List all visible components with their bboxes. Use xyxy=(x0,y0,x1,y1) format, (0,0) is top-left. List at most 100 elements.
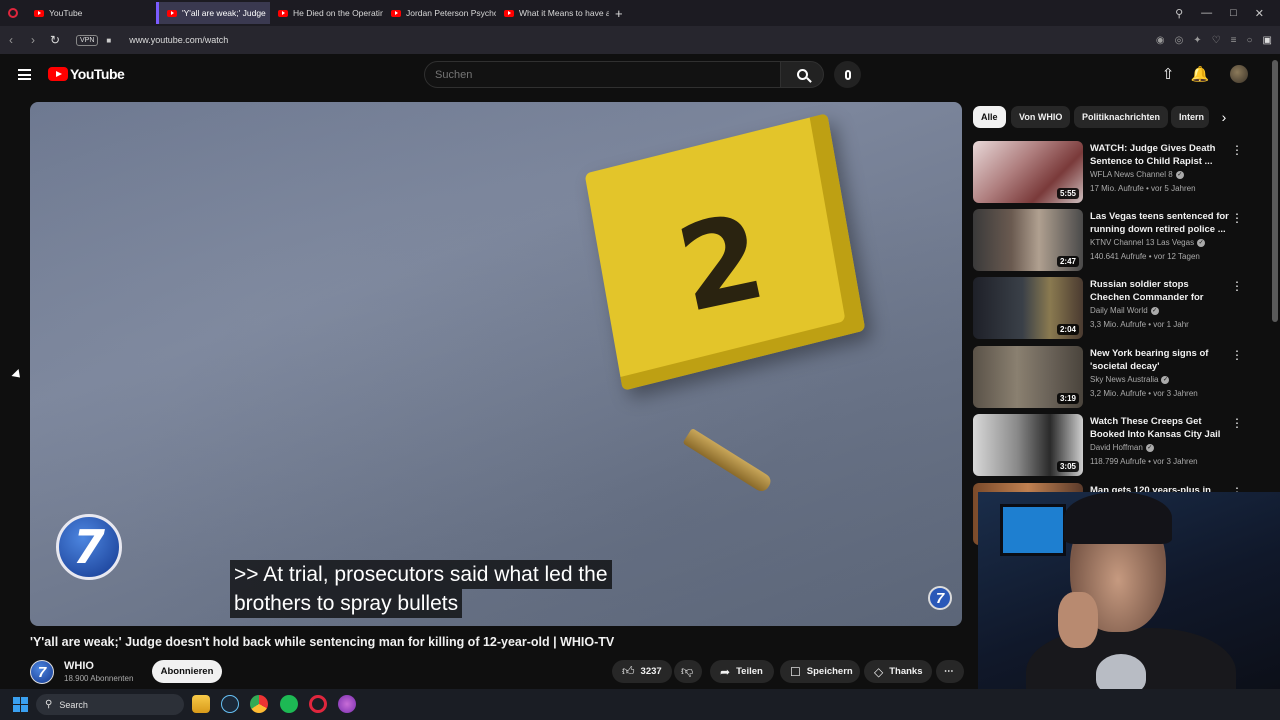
more-actions-button[interactable]: ⋯ xyxy=(936,660,964,683)
webcam-person-beanie xyxy=(1064,492,1172,544)
back-icon[interactable]: ‹ xyxy=(0,33,22,47)
browser-tab-bar: YouTube 'Y'all are weak;' Judge He Died … xyxy=(0,0,1280,26)
chip-from-channel[interactable]: Von WHIO xyxy=(1011,106,1071,128)
shield-icon[interactable]: ◎ xyxy=(1175,35,1184,46)
dislike-button[interactable]: 👎︎ xyxy=(674,660,702,683)
bell-icon[interactable]: 🔔 xyxy=(1190,65,1210,85)
browser-tab-operating[interactable]: He Died on the Operating xyxy=(270,2,383,24)
file-explorer-icon[interactable] xyxy=(192,695,210,713)
taskbar-search[interactable]: ⚲ Search xyxy=(36,694,184,715)
kebab-icon[interactable]: ⋮ xyxy=(1231,279,1243,293)
kebab-icon[interactable]: ⋮ xyxy=(1231,348,1243,362)
heart-icon[interactable]: ♡ xyxy=(1212,35,1221,46)
recommendation-channel[interactable]: David Hoffman ✓ xyxy=(1090,443,1154,452)
close-icon[interactable]: ✕ xyxy=(1255,7,1264,20)
recommendation-channel[interactable]: Sky News Australia ✓ xyxy=(1090,375,1170,384)
recommendation-title[interactable]: Watch These Creeps Get Booked Into Kansa… xyxy=(1090,415,1230,441)
video-thumbnail[interactable]: 2:04 xyxy=(973,277,1083,339)
recommendation-title[interactable]: New York bearing signs of 'societal deca… xyxy=(1090,347,1230,373)
chip-all[interactable]: Alle xyxy=(973,106,1006,128)
recommendation-item[interactable]: 2:47 Las Vegas teens sentenced for runni… xyxy=(973,209,1263,273)
recommendation-meta: 3,3 Mio. Aufrufe • vor 1 Jahr xyxy=(1090,320,1189,329)
webcam-overlay xyxy=(978,492,1280,720)
subscribe-button[interactable]: Abonnieren xyxy=(152,660,222,683)
wallet-icon[interactable]: ▣ xyxy=(1263,35,1272,46)
recommendation-item[interactable]: 3:19 New York bearing signs of 'societal… xyxy=(973,346,1263,410)
youtube-logo-icon[interactable] xyxy=(48,67,68,81)
kebab-icon[interactable]: ⋮ xyxy=(1231,143,1243,157)
chip-politics[interactable]: Politiknachrichten xyxy=(1074,106,1169,128)
like-button[interactable]: 👍︎ 3237 xyxy=(612,660,672,683)
profile-icon[interactable]: ○ xyxy=(1247,35,1253,46)
tab-label: 'Y'all are weak;' Judge xyxy=(182,8,266,18)
camera-icon[interactable]: ◉ xyxy=(1156,35,1165,46)
new-tab-button[interactable]: + xyxy=(615,6,623,21)
search-button[interactable] xyxy=(780,61,824,88)
video-thumbnail[interactable]: 3:19 xyxy=(973,346,1083,408)
tab-label: Jordan Peterson Psychoan xyxy=(406,8,496,18)
search-input[interactable] xyxy=(424,61,781,88)
video-thumbnail[interactable]: 5:55 xyxy=(973,141,1083,203)
url-field[interactable]: www.youtube.com/watch xyxy=(129,35,228,45)
spotify-icon[interactable] xyxy=(280,695,298,713)
browser-tab-youtube[interactable]: YouTube xyxy=(26,2,156,24)
address-bar-tools: ◉ ◎ ✦ ♡ ≡ ○ ▣ xyxy=(1156,26,1272,54)
search-icon: ⚲ xyxy=(45,699,53,710)
youtube-logo-text[interactable]: YouTube xyxy=(70,66,125,82)
chrome-icon[interactable] xyxy=(250,695,268,713)
search-tabs-icon[interactable]: ⚲ xyxy=(1175,7,1183,20)
kebab-icon[interactable]: ⋮ xyxy=(1231,211,1243,225)
save-button[interactable]: ☐ Speichern xyxy=(780,660,860,683)
hamburger-icon[interactable] xyxy=(18,69,31,80)
menu-icon[interactable]: ≡ xyxy=(1231,35,1237,46)
opera-icon[interactable] xyxy=(309,695,327,713)
recommendation-title[interactable]: WATCH: Judge Gives Death Sentence to Chi… xyxy=(1090,142,1230,168)
address-bar: ‹ › ↻ VPN ■ www.youtube.com/watch ◉ ◎ ✦ … xyxy=(0,26,1280,54)
chip-internet[interactable]: Intern xyxy=(1171,106,1209,128)
extension-icon[interactable]: ✦ xyxy=(1193,35,1201,46)
scrollbar-thumb[interactable] xyxy=(1272,60,1278,322)
browser-tab-current[interactable]: 'Y'all are weak;' Judge xyxy=(156,2,270,24)
video-thumbnail[interactable]: 2:47 xyxy=(973,209,1083,271)
thanks-button[interactable]: ◇ Thanks xyxy=(864,660,932,683)
lock-icon: ■ xyxy=(106,35,112,45)
minimize-icon[interactable]: — xyxy=(1201,7,1212,19)
windows-taskbar: ⚲ Search xyxy=(0,689,1280,720)
recommendation-title[interactable]: Las Vegas teens sentenced for running do… xyxy=(1090,210,1230,236)
windows-icon[interactable] xyxy=(13,697,28,712)
steam-icon[interactable] xyxy=(221,695,239,713)
share-button[interactable]: ➦ Teilen xyxy=(710,660,774,683)
caption-line: >> At trial, prosecutors said what led t… xyxy=(230,560,612,589)
forward-icon[interactable]: › xyxy=(22,33,44,47)
recommendation-item[interactable]: 3:05 Watch These Creeps Get Booked Into … xyxy=(973,414,1263,478)
vpn-badge[interactable]: VPN xyxy=(76,34,99,46)
recommendation-title[interactable]: Russian soldier stops Chechen Commander … xyxy=(1090,278,1230,304)
channel-branding-icon[interactable]: 7 xyxy=(928,586,952,610)
recommendation-item[interactable]: 5:55 WATCH: Judge Gives Death Sentence t… xyxy=(973,141,1263,205)
browser-tab-peterson[interactable]: Jordan Peterson Psychoan xyxy=(383,2,496,24)
video-player[interactable]: 2 7 7 >> At trial, prosecutors said what… xyxy=(30,102,962,626)
verified-icon: ✓ xyxy=(1145,443,1154,452)
user-avatar[interactable] xyxy=(1230,65,1248,83)
kebab-icon: ⋯ xyxy=(944,666,954,677)
browser-tab-means[interactable]: What it Means to have an xyxy=(496,2,609,24)
upload-icon[interactable]: ⇧ xyxy=(1158,65,1178,85)
recommendation-channel[interactable]: Daily Mail World ✓ xyxy=(1090,306,1159,315)
youtube-favicon-icon xyxy=(34,9,44,17)
app-icon[interactable] xyxy=(338,695,356,713)
channel-name[interactable]: WHIO xyxy=(64,660,94,672)
share-icon: ➦ xyxy=(720,664,731,679)
opera-logo-icon[interactable] xyxy=(8,8,18,18)
chevron-right-icon[interactable]: › xyxy=(1214,107,1234,127)
recommendation-item[interactable]: 2:04 Russian soldier stops Chechen Comma… xyxy=(973,277,1263,341)
maximize-icon[interactable]: □ xyxy=(1230,7,1237,19)
recommendation-channel[interactable]: KTNV Channel 13 Las Vegas ✓ xyxy=(1090,238,1206,247)
voice-search-button[interactable] xyxy=(834,61,861,88)
subtitle-caption: >> At trial, prosecutors said what led t… xyxy=(230,560,654,618)
channel-avatar[interactable]: 7 xyxy=(30,660,54,684)
reload-icon[interactable]: ↻ xyxy=(44,33,66,47)
video-title: 'Y'all are weak;' Judge doesn't hold bac… xyxy=(30,635,615,649)
recommendation-channel[interactable]: WFLA News Channel 8 ✓ xyxy=(1090,170,1184,179)
kebab-icon[interactable]: ⋮ xyxy=(1231,416,1243,430)
video-thumbnail[interactable]: 3:05 xyxy=(973,414,1083,476)
